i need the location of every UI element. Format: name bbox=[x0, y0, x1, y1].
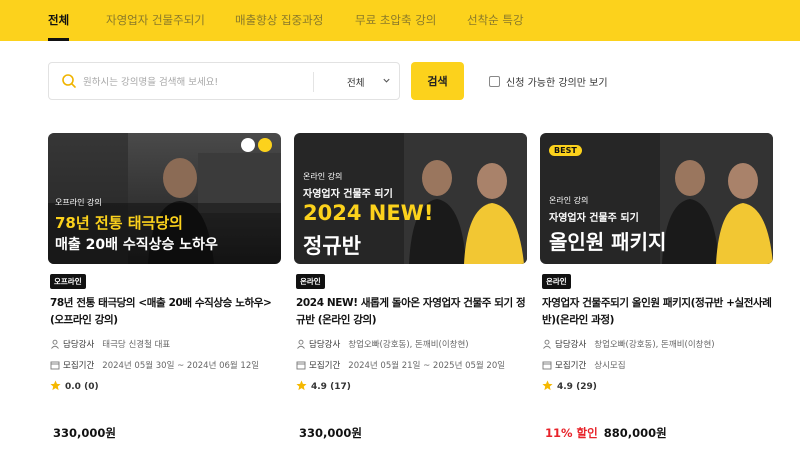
star-icon bbox=[296, 380, 307, 391]
course-card[interactable]: 온라인 강의 자영업자 건물주 되기 2024 NEW! 정규반 온라인 202… bbox=[294, 133, 527, 459]
course-type-badge: 온라인 bbox=[542, 274, 571, 289]
tab-free-compressed[interactable]: 무료 초압축 강의 bbox=[355, 12, 436, 28]
rating-value: 4.9 (17) bbox=[311, 382, 351, 392]
calendar-icon bbox=[296, 361, 306, 370]
period-label: 모집기간 bbox=[309, 361, 341, 371]
discount-rate: 11% 할인 bbox=[545, 426, 598, 440]
thumbnail-line2: 2024 NEW! bbox=[303, 201, 434, 225]
course-title[interactable]: 78년 전통 태극당의 <매출 20배 수직상승 노하우> (오프라인 강의) bbox=[50, 295, 282, 329]
rating-value: 0.0 (0) bbox=[65, 382, 99, 392]
search-bar: 전체 bbox=[48, 62, 400, 100]
price: 330,000원 bbox=[53, 425, 116, 441]
thumbnail-line1: 78년 전통 태극당의 bbox=[55, 214, 183, 232]
course-title[interactable]: 2024 NEW! 새롭게 돌아온 자영업자 건물주 되기 정규반 (온라인 강… bbox=[296, 295, 528, 329]
available-only-label[interactable]: 신청 가능한 강의만 보기 bbox=[506, 74, 608, 89]
instructor-value: 창업오빠(강호동), 돈깨비(이창현) bbox=[594, 340, 715, 350]
thumbnail-line2: 올인원 패키지 bbox=[549, 230, 667, 254]
instructor-value: 창업오빠(강호동), 돈깨비(이창현) bbox=[348, 340, 469, 350]
person-icon bbox=[297, 339, 305, 349]
instructor-label: 담당강사 bbox=[63, 340, 95, 350]
best-badge: BEST bbox=[549, 145, 582, 156]
person-icon bbox=[51, 339, 59, 349]
rating-value: 4.9 (29) bbox=[557, 382, 597, 392]
search-input[interactable] bbox=[83, 72, 313, 92]
price: 330,000원 bbox=[299, 425, 362, 441]
rating: 0.0 (0) bbox=[50, 380, 99, 392]
category-select-value: 전체 bbox=[347, 78, 365, 89]
calendar-icon bbox=[50, 361, 60, 370]
instructor-row: 담당강사 창업오빠(강호동), 돈깨비(이창현) bbox=[296, 338, 469, 350]
instructor-value: 태극당 신경철 대표 bbox=[102, 340, 171, 350]
period-value: 2024년 05월 30일 ~ 2024년 06월 12일 bbox=[102, 361, 260, 371]
course-thumbnail[interactable]: 온라인 강의 자영업자 건물주 되기 2024 NEW! 정규반 bbox=[294, 133, 527, 264]
top-nav: 전체 자영업자 건물주되기 매출향상 집중과정 무료 초압축 강의 선착순 특강 bbox=[0, 0, 800, 41]
thumbnail-subtitle: 오프라인 강의 bbox=[55, 198, 102, 207]
chevron-down-icon bbox=[383, 78, 390, 83]
search-icon bbox=[62, 74, 76, 88]
tab-sales-boost[interactable]: 매출향상 집중과정 bbox=[235, 12, 323, 28]
price-value: 330,000원 bbox=[53, 426, 116, 440]
category-select[interactable]: 전체 bbox=[314, 63, 401, 99]
period-label: 모집기간 bbox=[555, 361, 587, 371]
search-button[interactable]: 검색 bbox=[411, 62, 464, 100]
thumbnail-line2: 매출 20배 수직상승 노하우 bbox=[55, 237, 218, 253]
rating: 4.9 (17) bbox=[296, 380, 351, 392]
course-card[interactable]: 오프라인 강의 78년 전통 태극당의 매출 20배 수직상승 노하우 오프라인… bbox=[48, 133, 281, 459]
instructor-label: 담당강사 bbox=[309, 340, 341, 350]
course-type-badge: 온라인 bbox=[296, 274, 325, 289]
period-row: 모집기간 상시모집 bbox=[542, 359, 626, 371]
course-thumbnail[interactable]: 오프라인 강의 78년 전통 태극당의 매출 20배 수직상승 노하우 bbox=[48, 133, 281, 264]
thumbnail-line3: 정규반 bbox=[303, 234, 361, 258]
thumbnail-subtitle: 온라인 강의 bbox=[549, 196, 589, 205]
thumbnail-subtitle: 온라인 강의 bbox=[303, 172, 343, 181]
period-row: 모집기간 2024년 05월 21일 ~ 2025년 05월 20일 bbox=[296, 359, 505, 371]
price-value: 330,000원 bbox=[299, 426, 362, 440]
course-card[interactable]: BEST 온라인 강의 자영업자 건물주 되기 올인원 패키지 온라인 자영업자… bbox=[540, 133, 773, 459]
person-icon bbox=[543, 339, 551, 349]
thumbnail-line1: 자영업자 건물주 되기 bbox=[303, 189, 393, 200]
rating: 4.9 (29) bbox=[542, 380, 597, 392]
calendar-icon bbox=[542, 361, 552, 370]
active-tab-indicator bbox=[48, 38, 69, 41]
period-value: 2024년 05월 21일 ~ 2025년 05월 20일 bbox=[348, 361, 506, 371]
instructor-row: 담당강사 창업오빠(강호동), 돈깨비(이창현) bbox=[542, 338, 715, 350]
course-title[interactable]: 자영업자 건물주되기 올인원 패키지(정규반 +실전사례반)(온라인 과정) bbox=[542, 295, 774, 329]
price: 11% 할인 880,000원 bbox=[545, 425, 667, 441]
price-value: 880,000원 bbox=[603, 426, 667, 440]
star-icon bbox=[542, 380, 553, 391]
period-row: 모집기간 2024년 05월 30일 ~ 2024년 06월 12일 bbox=[50, 359, 259, 371]
course-thumbnail[interactable]: BEST 온라인 강의 자영업자 건물주 되기 올인원 패키지 bbox=[540, 133, 773, 264]
thumbnail-line1: 자영업자 건물주 되기 bbox=[549, 213, 639, 224]
star-icon bbox=[50, 380, 61, 391]
instructor-row: 담당강사 태극당 신경철 대표 bbox=[50, 338, 170, 350]
tab-building-owner[interactable]: 자영업자 건물주되기 bbox=[106, 12, 205, 28]
period-label: 모집기간 bbox=[63, 361, 95, 371]
period-value: 상시모집 bbox=[594, 361, 626, 371]
available-only-checkbox[interactable] bbox=[489, 76, 500, 87]
course-type-badge: 오프라인 bbox=[50, 274, 86, 289]
tab-first-come-special[interactable]: 선착순 특강 bbox=[467, 12, 524, 28]
instructor-label: 담당강사 bbox=[555, 340, 587, 350]
tab-all[interactable]: 전체 bbox=[48, 12, 69, 28]
